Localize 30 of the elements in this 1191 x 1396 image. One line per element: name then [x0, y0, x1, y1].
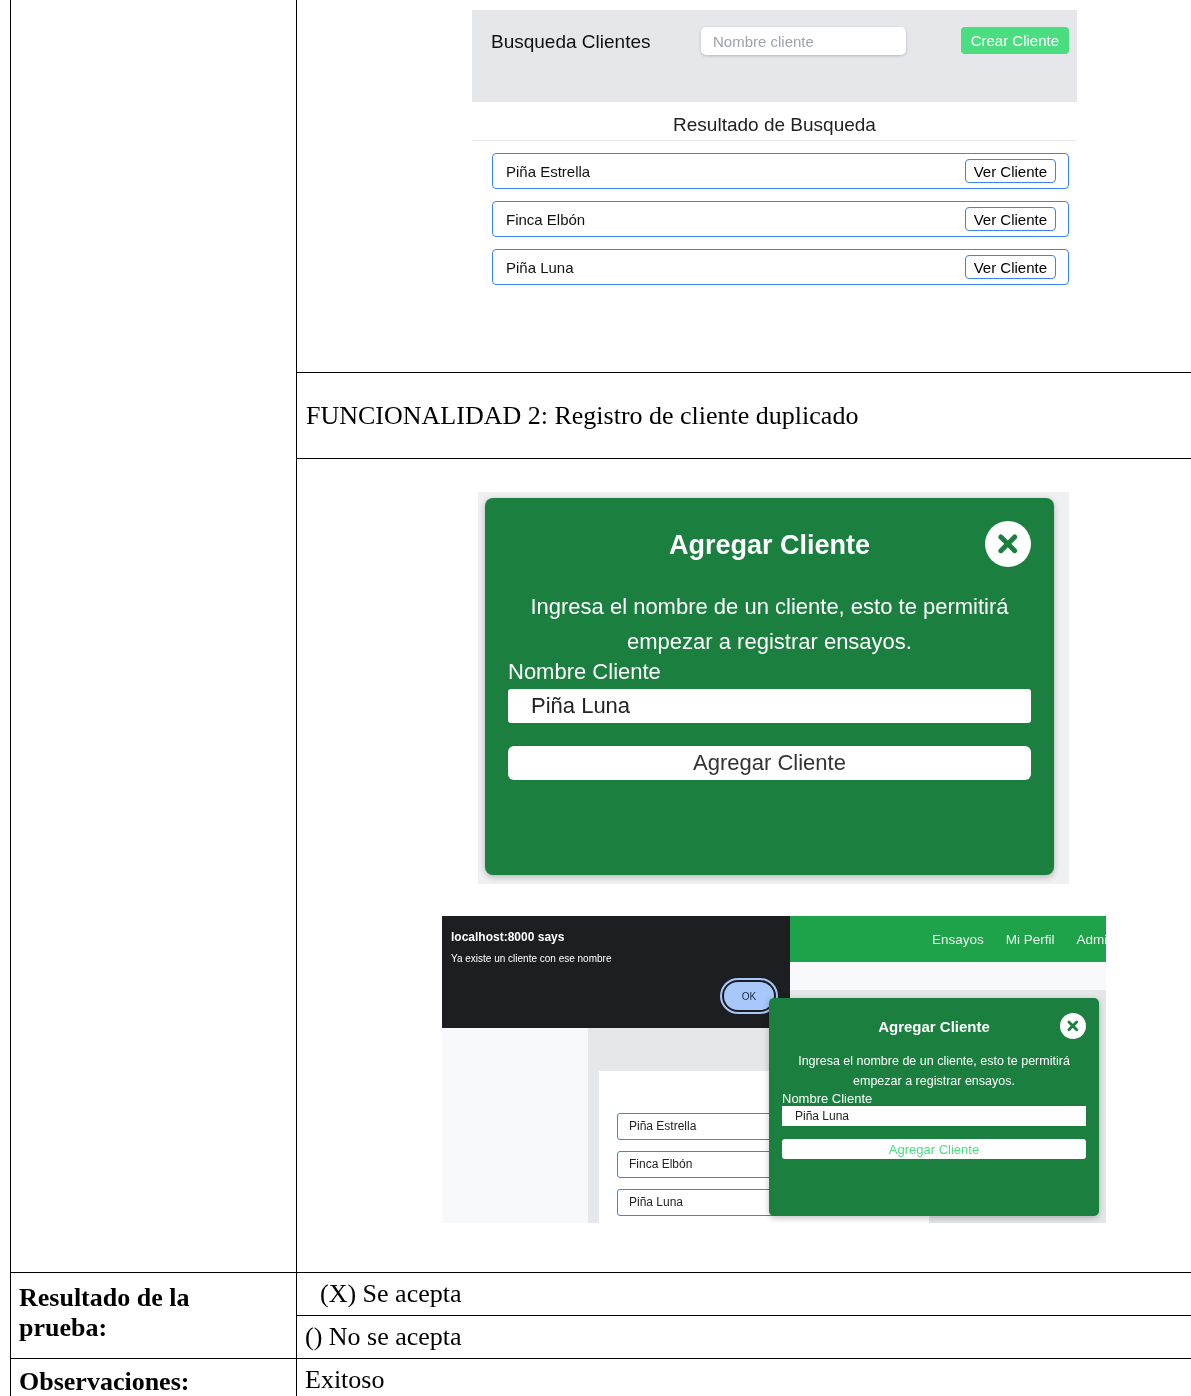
row-label: Observaciones:: [19, 1367, 191, 1396]
section-heading: FUNCIONALIDAD 2: Registro de cliente duplicado: [306, 400, 859, 431]
client-name: Piña Luna: [506, 258, 574, 276]
close-icon: [1065, 1018, 1081, 1034]
field-label: Nombre Cliente: [782, 1091, 874, 1106]
observation-text: Exitoso: [305, 1365, 385, 1394]
result-option: (X) Se acepta: [320, 1279, 462, 1308]
row-label: Resultado de la prueba:: [19, 1283, 191, 1343]
close-button[interactable]: [1060, 1013, 1086, 1039]
add-client-button[interactable]: Agregar Cliente: [508, 746, 1031, 780]
dialog-description: Ingresa el nombre de un cliente, esto te permitirá empezar a registrar ensayos.: [797, 1053, 1071, 1090]
view-client-button[interactable]: Ver Cliente: [964, 207, 1056, 231]
client-name: Finca Elbón: [506, 210, 586, 228]
search-field[interactable]: Nombre cliente: [701, 27, 906, 55]
view-client-button[interactable]: Ver Cliente: [964, 159, 1056, 183]
dialog-description: Ingresa el nombre de un cliente, esto te permitirá empezar a registrar ensayos.: [529, 593, 1010, 656]
client-name-field[interactable]: Piña Luna: [782, 1106, 1086, 1126]
ok-button[interactable]: OK: [722, 980, 776, 1012]
page-title: Busqueda Clientes: [491, 31, 652, 53]
client-name-field[interactable]: Piña Luna: [508, 689, 1031, 723]
alert-message: Ya existe un cliente con ese nombre: [451, 953, 613, 964]
client-name: Piña Estrella: [506, 162, 591, 180]
alert-title: localhost:8000 says: [451, 930, 566, 944]
results-heading: Resultado de Busqueda: [472, 102, 1077, 141]
dialog-title: Agregar Cliente: [878, 1018, 990, 1035]
field-label: Nombre Cliente: [508, 659, 662, 685]
view-client-button[interactable]: Ver Cliente: [964, 255, 1056, 279]
close-button[interactable]: [985, 521, 1031, 567]
dialog-title: Agregar Cliente: [668, 530, 871, 561]
result-option: () No se acepta: [305, 1322, 462, 1351]
